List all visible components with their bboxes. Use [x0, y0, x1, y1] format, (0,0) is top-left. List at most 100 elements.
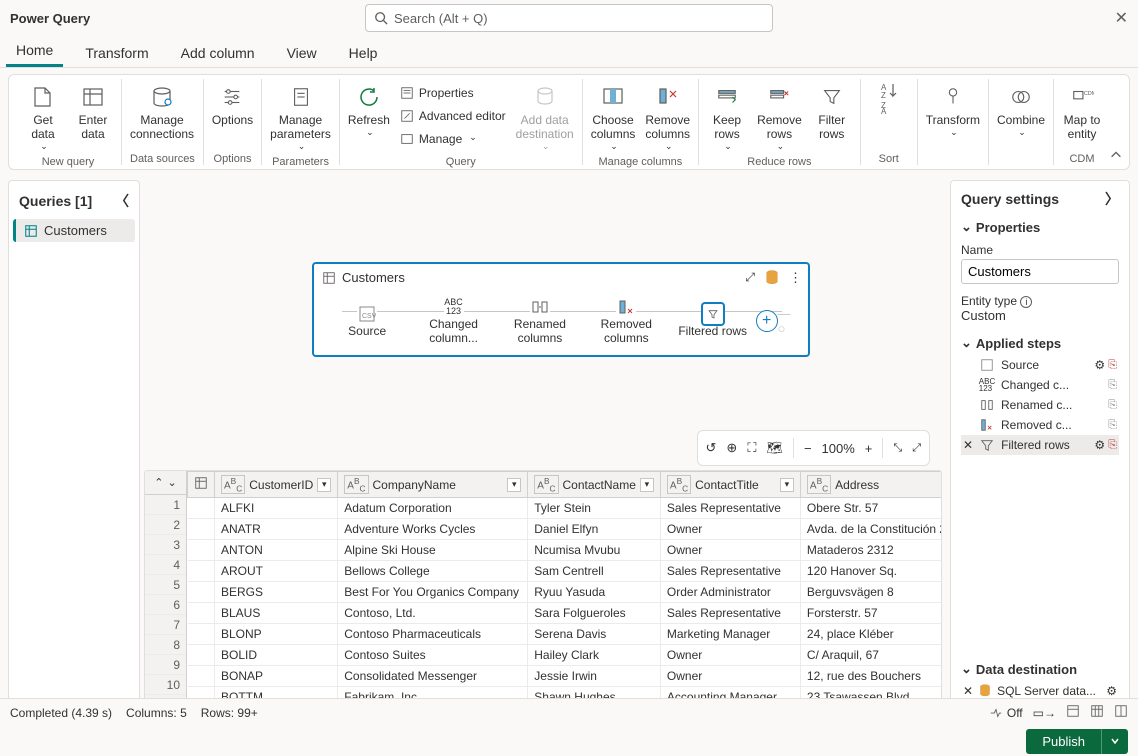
table-row[interactable]: BOLIDContoso SuitesHailey ClarkOwnerC/ A…: [188, 645, 942, 666]
step-toggle[interactable]: Off: [989, 706, 1023, 720]
diagram-view-button[interactable]: ▭→: [1033, 706, 1056, 720]
cell[interactable]: Serena Davis: [528, 624, 661, 645]
cell[interactable]: Best For You Organics Company: [338, 582, 528, 603]
cell[interactable]: BLONP: [215, 624, 338, 645]
expand-button[interactable]: ⤢: [912, 442, 921, 455]
column-header-customerid[interactable]: ABCCustomerID▾: [215, 472, 338, 498]
expand-grid-button[interactable]: ⌄: [168, 476, 177, 489]
link-icon[interactable]: ⎘: [1108, 419, 1117, 432]
applied-step[interactable]: ✕Filtered rows⚙⎘: [961, 435, 1119, 455]
table-row[interactable]: ANATRAdventure Works CyclesDaniel ElfynO…: [188, 519, 942, 540]
target-button[interactable]: ⊕: [726, 440, 737, 456]
collapse-grid-button[interactable]: ⌃: [154, 476, 163, 489]
row-number[interactable]: 2: [145, 515, 186, 535]
row-number[interactable]: 9: [145, 655, 186, 675]
cell[interactable]: ANATR: [215, 519, 338, 540]
cell[interactable]: BOLID: [215, 645, 338, 666]
cell[interactable]: Berguvsvägen 8: [800, 582, 941, 603]
data-destination-section[interactable]: ⌄Data destination: [961, 661, 1119, 677]
cell[interactable]: Contoso, Ltd.: [338, 603, 528, 624]
cell[interactable]: Jessie Irwin: [528, 666, 661, 687]
map-to-entity-button[interactable]: CDMMap to entity: [1062, 81, 1102, 141]
filter-rows-button[interactable]: Filter rows: [812, 81, 852, 141]
table-row[interactable]: AROUTBellows CollegeSam CentrellSales Re…: [188, 561, 942, 582]
close-icon[interactable]: ✕: [963, 684, 973, 698]
cell[interactable]: Sales Representative: [660, 561, 800, 582]
table-row[interactable]: BLONPContoso PharmaceuticalsSerena Davis…: [188, 624, 942, 645]
info-icon[interactable]: i: [1020, 296, 1032, 308]
table-row[interactable]: BLAUSContoso, Ltd.Sara FolguerolesSales …: [188, 603, 942, 624]
expand-settings-button[interactable]: 〉: [1105, 189, 1119, 209]
cell[interactable]: Obere Str. 57: [800, 498, 941, 519]
cell[interactable]: Mataderos 2312: [800, 540, 941, 561]
manage-parameters-button[interactable]: Manage parameters: [270, 81, 331, 155]
tab-help[interactable]: Help: [339, 39, 388, 67]
column-header-contactname[interactable]: ABCContactName▾: [528, 472, 661, 498]
sort-button[interactable]: AZZA: [869, 81, 909, 113]
applied-steps-section[interactable]: ⌄Applied steps: [961, 335, 1119, 351]
publish-button[interactable]: Publish: [1026, 729, 1101, 754]
collapse-ribbon-button[interactable]: [1109, 148, 1123, 165]
cell[interactable]: Tyler Stein: [528, 498, 661, 519]
cell[interactable]: AROUT: [215, 561, 338, 582]
row-number[interactable]: 5: [145, 575, 186, 595]
refresh-button[interactable]: Refresh: [348, 81, 390, 141]
cell[interactable]: 24, place Kléber: [800, 624, 941, 645]
query-name-input[interactable]: [961, 259, 1119, 284]
filter-dropdown[interactable]: ▾: [507, 478, 521, 492]
cell[interactable]: Owner: [660, 519, 800, 540]
row-number[interactable]: 7: [145, 615, 186, 635]
cell[interactable]: 120 Hanover Sq.: [800, 561, 941, 582]
cell[interactable]: Avda. de la Constitución 2222: [800, 519, 941, 540]
cell[interactable]: Consolidated Messenger: [338, 666, 528, 687]
cell[interactable]: Order Administrator: [660, 582, 800, 603]
row-number[interactable]: 4: [145, 555, 186, 575]
step-removed-columns[interactable]: Removed columns: [583, 297, 669, 345]
publish-dropdown[interactable]: [1101, 729, 1128, 754]
cell[interactable]: BERGS: [215, 582, 338, 603]
cell[interactable]: Owner: [660, 645, 800, 666]
tab-home[interactable]: Home: [6, 36, 63, 67]
column-header-address[interactable]: ABCAddress▾: [800, 472, 941, 498]
applied-step[interactable]: Source⚙⎘: [961, 355, 1119, 375]
table-row[interactable]: ANTONAlpine Ski HouseNcumisa MvubuOwnerM…: [188, 540, 942, 561]
link-icon[interactable]: ⎘: [1108, 439, 1117, 452]
link-icon[interactable]: ⎘: [1108, 379, 1117, 392]
collapse-button[interactable]: ⤡: [893, 442, 902, 455]
cell[interactable]: Owner: [660, 666, 800, 687]
cell[interactable]: ALFKI: [215, 498, 338, 519]
column-header-companyname[interactable]: ABCCompanyName▾: [338, 472, 528, 498]
search-input[interactable]: Search (Alt + Q): [365, 4, 773, 32]
filter-dropdown[interactable]: ▾: [640, 478, 654, 492]
row-number[interactable]: 6: [145, 595, 186, 615]
cell[interactable]: Daniel Elfyn: [528, 519, 661, 540]
advanced-editor-button[interactable]: Advanced editor: [400, 106, 506, 126]
filter-dropdown[interactable]: ▾: [780, 478, 794, 492]
data-view-button[interactable]: [1090, 704, 1104, 721]
combine-button[interactable]: Combine: [997, 81, 1045, 141]
manage-connections-button[interactable]: Manage connections: [130, 81, 194, 141]
reset-view-button[interactable]: ↺: [706, 440, 717, 456]
collapse-queries-button[interactable]: 〈: [115, 191, 129, 211]
diagram-more-button[interactable]: ⋮: [789, 270, 802, 286]
delete-step-button[interactable]: ✕: [963, 438, 973, 452]
cell[interactable]: Bellows College: [338, 561, 528, 582]
step-renamed-columns[interactable]: Renamed columns: [497, 297, 583, 345]
schema-view-button[interactable]: [1066, 704, 1080, 721]
cell[interactable]: Marketing Manager: [660, 624, 800, 645]
transform-button[interactable]: Transform: [926, 81, 980, 141]
choose-columns-button[interactable]: Choose columns: [591, 81, 636, 155]
applied-step[interactable]: Removed c...⎘: [961, 415, 1119, 435]
link-icon[interactable]: ⎘: [1108, 359, 1117, 372]
cell[interactable]: BLAUS: [215, 603, 338, 624]
cell[interactable]: Adventure Works Cycles: [338, 519, 528, 540]
cell[interactable]: Sales Representative: [660, 498, 800, 519]
zoom-in-button[interactable]: +: [865, 441, 873, 456]
query-item-customers[interactable]: Customers: [13, 219, 135, 242]
tab-add-column[interactable]: Add column: [171, 39, 265, 67]
zoom-out-button[interactable]: −: [804, 441, 812, 456]
cell[interactable]: Sara Folgueroles: [528, 603, 661, 624]
add-step-button[interactable]: +: [756, 310, 778, 332]
table-row[interactable]: ALFKIAdatum CorporationTyler SteinSales …: [188, 498, 942, 519]
cell[interactable]: Sam Centrell: [528, 561, 661, 582]
